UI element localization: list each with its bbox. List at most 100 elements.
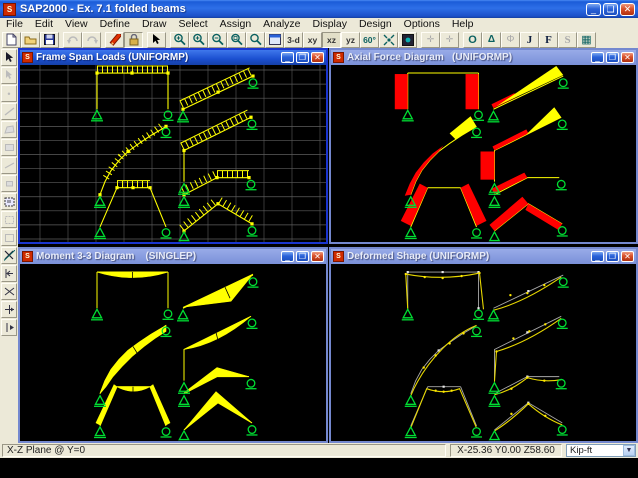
child-minimize-button[interactable]: _ xyxy=(281,52,294,63)
menu-analyze[interactable]: Analyze xyxy=(257,18,306,31)
snap-perpendicular-icon[interactable] xyxy=(1,319,17,336)
previous-selection-icon[interactable]: ✛ xyxy=(421,31,440,48)
undo-button[interactable] xyxy=(63,31,82,48)
view-3d-button[interactable]: 3-d xyxy=(284,31,303,48)
dropdown-arrow-icon[interactable]: ▼ xyxy=(623,445,635,456)
reshape-element-icon[interactable] xyxy=(1,67,17,84)
select-arrow-icon[interactable] xyxy=(1,49,17,66)
child-minimize-button[interactable]: _ xyxy=(281,251,294,262)
joint-assign-letter-icon[interactable]: J xyxy=(520,31,539,48)
triangle-element-icon[interactable]: Δ xyxy=(482,31,501,48)
viewport-moment-diagram: S Moment 3-3 Diagram (SINGLEP) _ ❐ ✕ xyxy=(18,247,328,443)
pointer-select-button[interactable] xyxy=(147,31,166,48)
refresh-window-pencil-button[interactable] xyxy=(105,31,124,48)
child-close-button[interactable]: ✕ xyxy=(311,52,324,63)
quick-draw-frame-icon[interactable] xyxy=(1,157,17,174)
view-xz-button[interactable]: xz xyxy=(322,31,341,48)
draw-quad-shell-icon[interactable] xyxy=(1,121,17,138)
perspective-toggle-button[interactable]: 60° xyxy=(360,31,379,48)
select-window-icon[interactable] xyxy=(1,193,17,210)
plane-indicator: X-Z Plane @ Y=0 xyxy=(2,444,446,457)
child-close-button[interactable]: ✕ xyxy=(311,251,324,262)
viewport-axial-force: S Axial Force Diagram (UNIFORMP) _ ❐ ✕ xyxy=(329,48,638,244)
menu-display[interactable]: Display xyxy=(307,18,353,31)
child-minimize-button[interactable]: _ xyxy=(591,52,604,63)
draw-frame-icon[interactable] xyxy=(1,103,17,120)
open-file-button[interactable] xyxy=(21,31,40,48)
frame-assign-letter-icon[interactable]: F xyxy=(539,31,558,48)
app-titlebar[interactable]: S SAP2000 - Ex. 7.1 folded beams _ ❏ ✕ xyxy=(0,0,638,18)
snap-midpoint-icon[interactable] xyxy=(1,301,17,318)
menu-help[interactable]: Help xyxy=(446,18,480,31)
main-toolbar: 3-d xy xz yz 60° ✛ ✛ O Δ Φ J F S ▦ xyxy=(0,31,638,48)
joint-circle-icon[interactable]: O xyxy=(463,31,482,48)
zoom-previous-icon[interactable] xyxy=(246,31,265,48)
lock-model-button[interactable] xyxy=(124,31,143,48)
menu-select[interactable]: Select xyxy=(172,18,213,31)
set-elements-icon[interactable] xyxy=(398,31,417,48)
deformed-shape-canvas[interactable] xyxy=(331,264,636,441)
child-close-button[interactable]: ✕ xyxy=(621,251,634,262)
menu-edit[interactable]: Edit xyxy=(29,18,59,31)
new-model-button[interactable] xyxy=(2,31,21,48)
redo-button[interactable] xyxy=(82,31,101,48)
viewport-frame-span-loads: S Frame Span Loads (UNIFORMP) _ ❐ ✕ xyxy=(18,48,328,244)
child-restore-button[interactable]: ❐ xyxy=(296,52,309,63)
child-close-button[interactable]: ✕ xyxy=(621,52,634,63)
menu-assign[interactable]: Assign xyxy=(214,18,258,31)
app-logo-icon: S xyxy=(3,2,16,16)
zoom-in-icon[interactable] xyxy=(189,31,208,48)
child-restore-button[interactable]: ❐ xyxy=(296,251,309,262)
menu-define[interactable]: Define xyxy=(94,18,136,31)
axial-force-titlebar[interactable]: S Axial Force Diagram (UNIFORMP) _ ❐ ✕ xyxy=(331,50,636,65)
sap2000-window: S SAP2000 - Ex. 7.1 folded beams _ ❏ ✕ F… xyxy=(0,0,638,458)
units-value: Kip-ft xyxy=(570,445,593,456)
menu-design[interactable]: Design xyxy=(353,18,398,31)
save-button[interactable] xyxy=(40,31,59,48)
moment-diagram-title: Moment 3-3 Diagram (SINGLEP) xyxy=(36,251,197,262)
frame-loads-canvas[interactable] xyxy=(20,65,326,242)
zoom-out-icon[interactable] xyxy=(208,31,227,48)
moment-diagram-titlebar[interactable]: S Moment 3-3 Diagram (SINGLEP) _ ❐ ✕ xyxy=(20,249,326,264)
shrink-objects-icon[interactable] xyxy=(379,31,398,48)
menu-file[interactable]: File xyxy=(0,18,29,31)
child-restore-button[interactable]: ❐ xyxy=(606,52,619,63)
axial-force-title: Axial Force Diagram (UNIFORMP) xyxy=(347,52,513,63)
solid-grid-icon[interactable]: ▦ xyxy=(577,31,596,48)
draw-rect-shell-icon[interactable] xyxy=(1,139,17,156)
menu-options[interactable]: Options xyxy=(398,18,446,31)
moment-diagram-canvas[interactable] xyxy=(20,264,326,441)
zoom-window-icon[interactable] xyxy=(170,31,189,48)
view-xy-button[interactable]: xy xyxy=(303,31,322,48)
menubar: File Edit View Define Draw Select Assign… xyxy=(0,18,638,31)
draw-joint-icon[interactable]: • xyxy=(1,85,17,102)
minimize-button[interactable]: _ xyxy=(586,2,601,16)
select-intersect-icon[interactable] xyxy=(1,229,17,246)
zoom-extents-icon[interactable] xyxy=(227,31,246,48)
menu-draw[interactable]: Draw xyxy=(136,18,173,31)
view-yz-button[interactable]: yz xyxy=(341,31,360,48)
child-restore-button[interactable]: ❐ xyxy=(606,251,619,262)
side-toolbar: • xyxy=(0,48,18,443)
frame-span-loads-titlebar[interactable]: S Frame Span Loads (UNIFORMP) _ ❐ ✕ xyxy=(20,50,326,65)
menu-view[interactable]: View xyxy=(59,18,94,31)
snap-joint-icon[interactable] xyxy=(1,265,17,282)
child-minimize-button[interactable]: _ xyxy=(591,251,604,262)
axial-force-canvas[interactable] xyxy=(331,65,636,242)
quick-draw-shell-icon[interactable] xyxy=(1,175,17,192)
statusbar: X-Z Plane @ Y=0 X-25.36 Y0.00 Z58.60 Kip… xyxy=(0,443,638,458)
select-poly-icon[interactable] xyxy=(1,211,17,228)
clear-selection-icon[interactable] xyxy=(1,247,17,264)
restore-button[interactable]: ❏ xyxy=(603,2,618,16)
app-title: SAP2000 - Ex. 7.1 folded beams xyxy=(20,3,186,15)
pan-window-icon[interactable] xyxy=(265,31,284,48)
sap-child-icon: S xyxy=(333,251,344,262)
shell-assign-letter-icon[interactable]: S xyxy=(558,31,577,48)
phi-element-icon[interactable]: Φ xyxy=(501,31,520,48)
units-dropdown[interactable]: Kip-ft ▼ xyxy=(566,444,636,457)
snap-intersection-icon[interactable] xyxy=(1,283,17,300)
close-button[interactable]: ✕ xyxy=(620,2,635,16)
next-selection-icon[interactable]: ✛ xyxy=(440,31,459,48)
sap-child-icon: S xyxy=(22,251,33,262)
deformed-shape-titlebar[interactable]: S Deformed Shape (UNIFORMP) _ ❐ ✕ xyxy=(331,249,636,264)
